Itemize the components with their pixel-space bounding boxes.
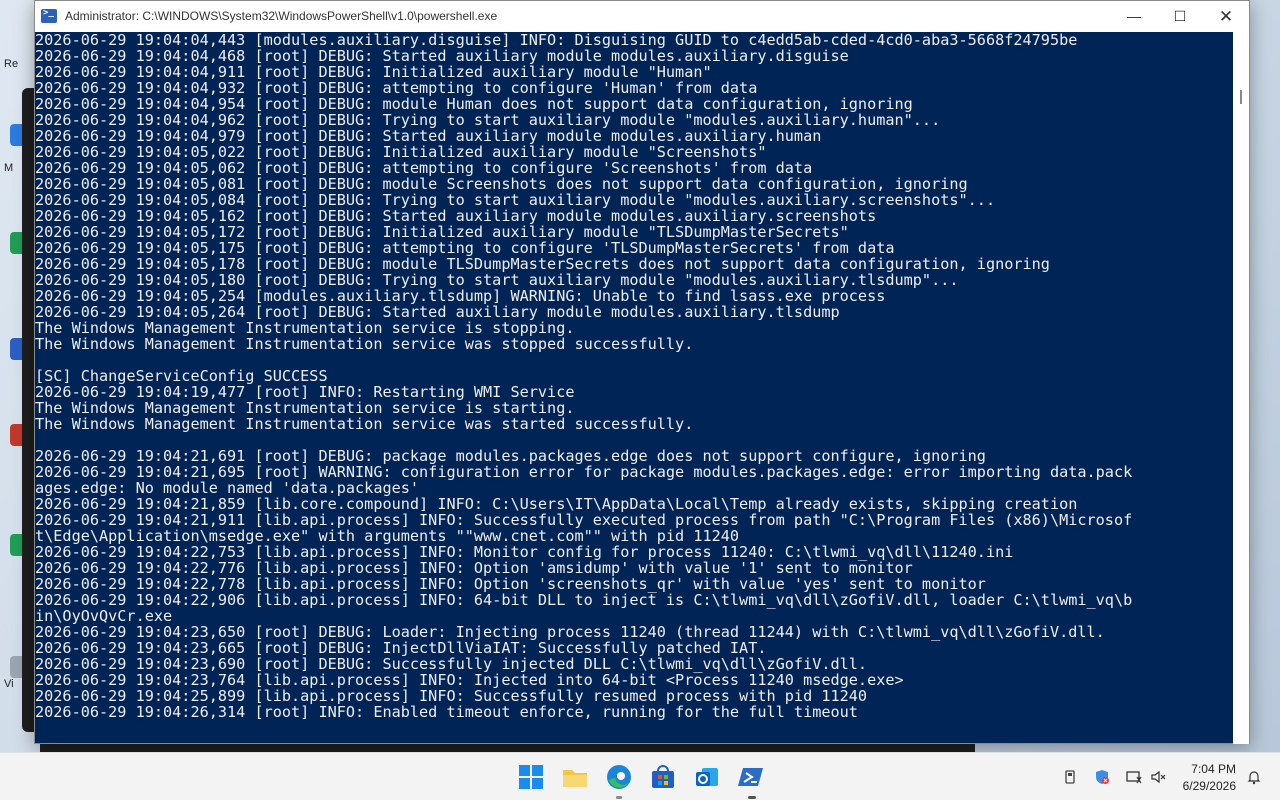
console-line: 2026-06-29 19:04:22,906 [lib.api.process… xyxy=(35,591,1133,609)
console-line: 2026-06-29 19:04:04,979 [root] DEBUG: St… xyxy=(35,127,822,145)
desktop-icon-label: Vi xyxy=(4,678,14,690)
console-line: 2026-06-29 19:04:05,180 [root] DEBUG: Tr… xyxy=(35,271,959,289)
console-line: 2026-06-29 19:04:23,764 [lib.api.process… xyxy=(35,671,904,689)
security-shield-icon[interactable] xyxy=(1094,769,1110,785)
console-line: 2026-06-29 19:04:04,954 [root] DEBUG: mo… xyxy=(35,95,913,113)
volume-muted-icon[interactable] xyxy=(1150,769,1166,785)
console-line: 2026-06-29 19:04:26,314 [root] INFO: Ena… xyxy=(35,703,858,721)
console-line: 2026-06-29 19:04:05,162 [root] DEBUG: St… xyxy=(35,207,877,225)
console-line: 2026-06-29 19:04:05,254 [modules.auxilia… xyxy=(35,287,886,305)
console-line: 2026-06-29 19:04:23,690 [root] DEBUG: Su… xyxy=(35,655,868,673)
console-line: 2026-06-29 19:04:05,172 [root] DEBUG: In… xyxy=(35,223,849,241)
folder-icon[interactable] xyxy=(560,762,590,792)
console-line: 2026-06-29 19:04:22,753 [lib.api.process… xyxy=(35,543,1014,561)
clock-date: 6/29/2026 xyxy=(1182,779,1236,793)
scrollbar-thumb[interactable] xyxy=(1240,90,1242,104)
console-output[interactable]: 2026-06-29 19:04:04,443 [modules.auxilia… xyxy=(35,32,1235,744)
windows-start-icon[interactable] xyxy=(516,762,546,792)
console-line: 2026-06-29 19:04:21,911 [lib.api.process… xyxy=(35,511,1133,529)
notifications-icon[interactable] xyxy=(1246,769,1262,785)
console-line: 2026-06-29 19:04:05,178 [root] DEBUG: mo… xyxy=(35,255,1050,273)
console-line: 2026-06-29 19:04:05,175 [root] DEBUG: at… xyxy=(35,239,895,257)
taskbar: 7:04 PM 6/29/2026 xyxy=(0,752,1280,800)
outlook-icon[interactable] xyxy=(692,762,722,792)
taskbar-clock[interactable]: 7:04 PM 6/29/2026 xyxy=(1183,761,1236,795)
powershell-active-indicator xyxy=(748,796,756,799)
vertical-scrollbar[interactable] xyxy=(1233,32,1249,744)
console-line: 2026-06-29 19:04:05,022 [root] DEBUG: In… xyxy=(35,143,767,161)
edge-icon[interactable] xyxy=(604,762,634,792)
usb-device-icon[interactable] xyxy=(1062,769,1078,785)
console-line: 2026-06-29 19:04:19,477 [root] INFO: Res… xyxy=(35,383,575,401)
console-line: 2026-06-29 19:04:04,443 [modules.auxilia… xyxy=(35,32,1078,49)
console-line: [SC] ChangeServiceConfig SUCCESS xyxy=(35,367,328,385)
console-line: in\OyOvQvCr.exe xyxy=(35,607,173,625)
console-line: 2026-06-29 19:04:05,081 [root] DEBUG: mo… xyxy=(35,175,968,193)
console-line: The Windows Management Instrumentation s… xyxy=(35,335,694,353)
console-line: 2026-06-29 19:04:21,691 [root] DEBUG: pa… xyxy=(35,447,986,465)
console-line: 2026-06-29 19:04:04,468 [root] DEBUG: St… xyxy=(35,47,849,65)
console-line: 2026-06-29 19:04:23,650 [root] DEBUG: Lo… xyxy=(35,623,1105,641)
clock-time: 7:04 PM xyxy=(1191,762,1236,776)
powershell-icon xyxy=(41,8,57,23)
minimize-button[interactable]: — xyxy=(1111,1,1157,32)
console-line: The Windows Management Instrumentation s… xyxy=(35,399,575,417)
console-line: The Windows Management Instrumentation s… xyxy=(35,415,694,433)
console-line: 2026-06-29 19:04:25,899 [lib.api.process… xyxy=(35,687,868,705)
console-line: 2026-06-29 19:04:23,665 [root] DEBUG: In… xyxy=(35,639,767,657)
close-button[interactable]: ✕ xyxy=(1203,1,1249,32)
powershell-window[interactable]: Administrator: C:\WINDOWS\System32\Windo… xyxy=(34,0,1250,744)
console-line: 2026-06-29 19:04:05,084 [root] DEBUG: Tr… xyxy=(35,191,996,209)
console-line: 2026-06-29 19:04:05,062 [root] DEBUG: at… xyxy=(35,159,813,177)
console-line: 2026-06-29 19:04:04,932 [root] DEBUG: at… xyxy=(35,79,758,97)
console-line: 2026-06-29 19:04:22,778 [lib.api.process… xyxy=(35,575,986,593)
maximize-button[interactable]: ☐ xyxy=(1157,1,1203,32)
network-icon[interactable] xyxy=(1126,769,1142,785)
console-line: 2026-06-29 19:04:22,776 [lib.api.process… xyxy=(35,559,913,577)
edge-running-indicator xyxy=(616,796,622,799)
console-line: 2026-06-29 19:04:05,264 [root] DEBUG: St… xyxy=(35,303,840,321)
window-title: Administrator: C:\WINDOWS\System32\Windo… xyxy=(65,9,498,23)
desktop-icon-label-recycle: Re xyxy=(4,58,19,70)
console-line: 2026-06-29 19:04:04,911 [root] DEBUG: In… xyxy=(35,63,712,81)
window-titlebar[interactable]: Administrator: C:\WINDOWS\System32\Windo… xyxy=(35,1,1249,32)
console-line: 2026-06-29 19:04:21,859 [lib.core.compou… xyxy=(35,495,1078,513)
console-text: 2026-06-29 19:04:04,443 [modules.auxilia… xyxy=(35,32,1235,720)
store-icon[interactable] xyxy=(648,762,678,792)
console-line: 2026-06-29 19:04:21,695 [root] WARNING: … xyxy=(35,463,1133,481)
console-line: 2026-06-29 19:04:04,962 [root] DEBUG: Tr… xyxy=(35,111,941,129)
console-line: ages.edge: No module named 'data.package… xyxy=(35,479,420,497)
console-line: t\Edge\Application\msedge.exe" with argu… xyxy=(35,527,740,545)
powershell-icon[interactable] xyxy=(736,762,766,792)
console-line: The Windows Management Instrumentation s… xyxy=(35,319,575,337)
desktop-icon-label: M xyxy=(4,162,14,174)
